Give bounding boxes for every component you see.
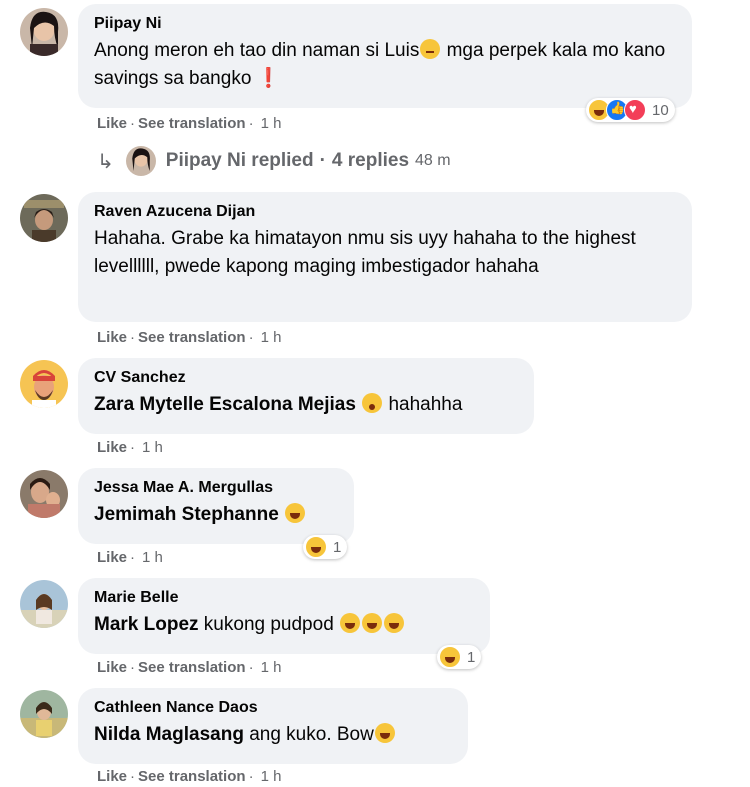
comment-bubble: Piipay Ni Anong meron eh tao din naman s… (78, 4, 692, 108)
reaction-summary[interactable]: 10 (586, 98, 675, 122)
see-translation-button[interactable]: See translation (138, 659, 246, 676)
reaction-summary[interactable]: 1 (437, 645, 482, 669)
mention-link[interactable]: Zara Mytelle Escalona Mejias (94, 394, 356, 415)
see-translation-button[interactable]: See translation (138, 329, 246, 346)
comment-actions: Like · See translation · 1 h (97, 659, 282, 676)
comment-bubble: Marie Belle Mark Lopez kukong pudpod (78, 578, 490, 654)
mention-link[interactable]: Mark Lopez (94, 614, 199, 635)
avatar[interactable] (20, 194, 68, 242)
reaction-summary[interactable]: 1 (303, 535, 348, 559)
comment-actions: Like · See translation · 1 h (97, 768, 282, 785)
reaction-count: 1 (333, 538, 342, 556)
comment-actions: Like · See translation · 1 h (97, 329, 282, 346)
comment-text: Mark Lopez kukong pudpod (94, 611, 474, 639)
comment-text: Anong meron eh tao din naman si Luis mga… (94, 39, 666, 89)
comment-author[interactable]: Cathleen Nance Daos (94, 698, 452, 718)
avatar[interactable] (20, 690, 68, 738)
avatar[interactable] (20, 8, 68, 56)
reply-count: 4 replies (331, 150, 410, 171)
comment-bubble: Jessa Mae A. Mergullas Jemimah Stephanne (78, 468, 354, 544)
comment-time[interactable]: 1 h (142, 439, 163, 456)
reply-arrow-icon: ↳ (97, 150, 114, 173)
comment-author[interactable]: Piipay Ni (94, 14, 676, 34)
comment-text: Jemimah Stephanne (94, 501, 338, 529)
see-translation-button[interactable]: See translation (138, 115, 246, 132)
comment-actions: Like · See translation · 1 h (97, 115, 282, 132)
comment-time[interactable]: 1 h (261, 329, 282, 346)
love-reaction-icon (624, 99, 646, 121)
like-button[interactable]: Like (97, 329, 127, 346)
comment-time[interactable]: 1 h (261, 659, 282, 676)
replier-name: Piipay Ni replied (165, 150, 314, 171)
laughing-emoji-icon (285, 503, 306, 523)
exclamation-emoji-icon: ❗ (256, 68, 281, 89)
comment-time[interactable]: 1 h (261, 768, 282, 785)
comment-author[interactable]: Raven Azucena Dijan (94, 202, 676, 222)
rofl-emoji-icon (362, 613, 383, 633)
comment-bubble: Cathleen Nance Daos Nilda Maglasang ang … (78, 688, 468, 764)
view-replies-link[interactable]: ↳ Piipay Ni replied · 4 replies 48 m (97, 146, 451, 176)
comment-time[interactable]: 1 h (142, 549, 163, 566)
rofl-emoji-icon (340, 613, 361, 633)
like-button[interactable]: Like (97, 659, 127, 676)
comment-author[interactable]: Jessa Mae A. Mergullas (94, 478, 338, 498)
reply-time: 48 m (415, 152, 451, 169)
comment-bubble: CV Sanchez Zara Mytelle Escalona Mejias … (78, 358, 534, 434)
like-button[interactable]: Like (97, 115, 127, 132)
avatar[interactable] (20, 360, 68, 408)
like-button[interactable]: Like (97, 439, 127, 456)
eye-roll-emoji-icon (420, 39, 441, 59)
like-button[interactable]: Like (97, 768, 127, 785)
avatar[interactable] (20, 580, 68, 628)
comment-text: Nilda Maglasang ang kuko. Bow (94, 721, 452, 749)
comment-author[interactable]: Marie Belle (94, 588, 474, 608)
see-translation-button[interactable]: See translation (138, 768, 246, 785)
reaction-count: 10 (652, 101, 669, 119)
haha-reaction-icon (439, 646, 461, 668)
rofl-emoji-icon (384, 613, 405, 633)
comment-actions: Like · 1 h (97, 549, 163, 566)
comment-actions: Like · 1 h (97, 439, 163, 456)
comment-time[interactable]: 1 h (261, 115, 282, 132)
comment-author[interactable]: CV Sanchez (94, 368, 518, 388)
replier-avatar (125, 146, 156, 176)
rofl-emoji-icon (374, 723, 395, 743)
mention-link[interactable]: Nilda Maglasang (94, 724, 244, 745)
like-button[interactable]: Like (97, 549, 127, 566)
flushed-emoji-icon (362, 393, 383, 413)
comment-text: Hahaha. Grabe ka himatayon nmu sis uyy h… (94, 228, 636, 277)
comment-text: Zara Mytelle Escalona Mejias hahahha (94, 393, 463, 415)
avatar[interactable] (20, 470, 68, 518)
haha-reaction-icon (305, 536, 327, 558)
reaction-count: 1 (467, 648, 476, 666)
mention-link[interactable]: Jemimah Stephanne (94, 504, 279, 525)
comment-bubble: Raven Azucena Dijan Hahaha. Grabe ka him… (78, 192, 692, 322)
